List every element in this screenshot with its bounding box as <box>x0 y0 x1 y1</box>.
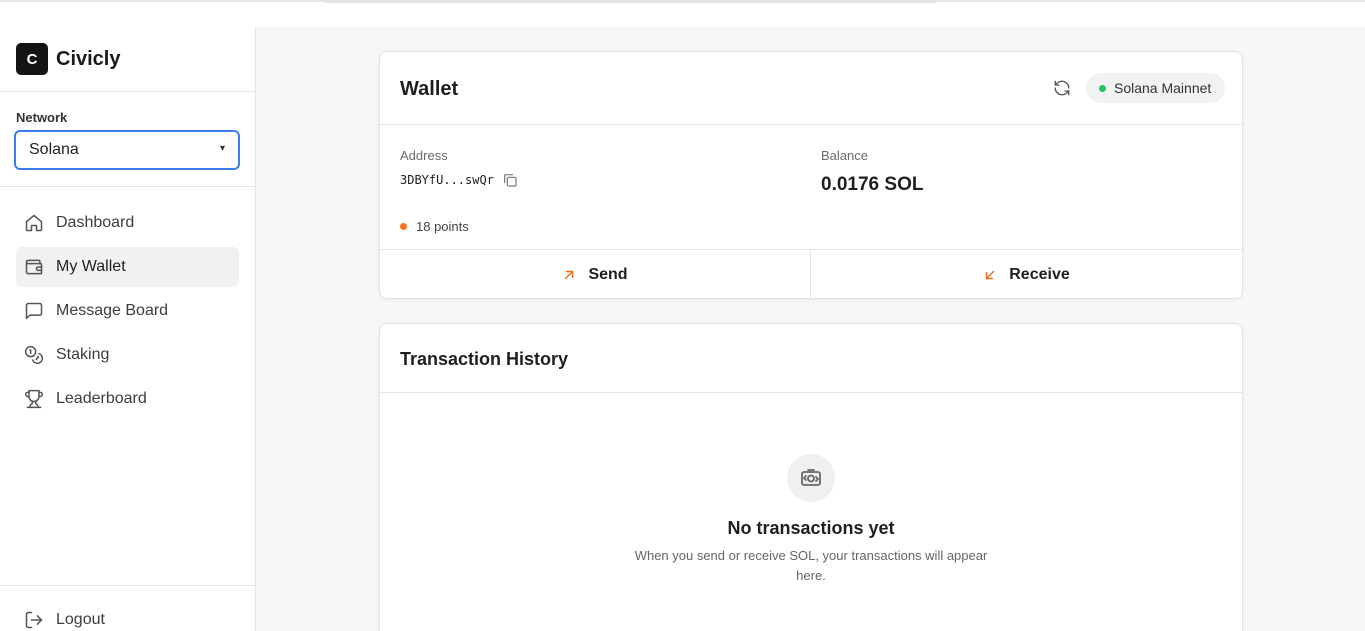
sidebar-item-label: Staking <box>56 346 110 363</box>
points-label: 18 points <box>416 219 469 234</box>
brand-name: Civicly <box>56 47 121 70</box>
sidebar-item-my-wallet[interactable]: My Wallet <box>16 247 239 287</box>
refresh-icon[interactable] <box>1053 79 1071 97</box>
wallet-icon <box>25 259 43 275</box>
sidebar-item-message-board[interactable]: Message Board <box>16 291 239 331</box>
address-label: Address <box>400 148 448 163</box>
wallet-address-value: 3DBYfU...swQr <box>400 173 494 187</box>
send-label: Send <box>588 265 628 283</box>
divider <box>0 91 255 92</box>
sidebar-item-label: Message Board <box>56 302 169 319</box>
wallet-title: Wallet <box>400 78 459 100</box>
receive-button[interactable]: Receive <box>811 250 1242 299</box>
points-indicator: 18 points <box>400 219 469 234</box>
divider <box>380 124 1242 125</box>
points-dot <box>400 223 407 230</box>
wallet-address: 3DBYfU...swQr <box>400 172 518 188</box>
network-select[interactable]: Solana ▾ <box>14 130 240 170</box>
network-status-badge: Solana Mainnet <box>1086 73 1226 103</box>
send-button[interactable]: Send <box>380 250 810 299</box>
divider <box>0 186 255 187</box>
sidebar-item-staking[interactable]: Staking <box>16 335 239 375</box>
balance-value: 0.0176 SOL <box>821 174 924 195</box>
history-title: Transaction History <box>400 349 569 369</box>
receive-label: Receive <box>1009 265 1070 283</box>
brand[interactable]: C Civicly <box>16 43 120 75</box>
transaction-history-card: Transaction History No transactions yet … <box>379 323 1243 631</box>
network-select-value: Solana <box>29 141 79 158</box>
home-icon <box>25 214 43 232</box>
divider <box>380 392 1242 393</box>
copy-icon[interactable] <box>502 172 518 188</box>
arrow-up-right-icon <box>565 270 574 279</box>
empty-state-description: When you send or receive SOL, your trans… <box>634 548 988 583</box>
sidebar-item-label: My Wallet <box>56 258 126 275</box>
network-badge-label: Solana Mainnet <box>1114 80 1212 96</box>
wallet-card: Wallet Solana Mainnet Address 3DBYfU...s… <box>379 51 1243 299</box>
logout-button[interactable]: Logout <box>24 610 105 630</box>
transactions-icon <box>801 469 821 486</box>
sidebar-item-leaderboard[interactable]: Leaderboard <box>16 379 239 419</box>
brand-logo: C <box>16 43 48 75</box>
sidebar-item-dashboard[interactable]: Dashboard <box>16 203 239 243</box>
divider <box>0 585 255 586</box>
sidebar-item-label: Leaderboard <box>56 390 147 407</box>
sidebar-item-label: Dashboard <box>56 214 135 231</box>
balance-label: Balance <box>821 148 868 163</box>
arrow-down-left-icon <box>986 270 995 279</box>
trophy-icon <box>24 389 44 409</box>
coins-icon <box>24 345 44 365</box>
network-label: Network <box>16 110 68 125</box>
sidebar: C Civicly Network Solana ▾ Dashboard My … <box>0 27 256 631</box>
logout-label: Logout <box>56 611 105 628</box>
top-strip <box>325 0 937 3</box>
empty-state-icon <box>787 454 835 502</box>
sidebar-nav: Dashboard My Wallet Message Board Stakin… <box>16 203 239 423</box>
chevron-down-icon: ▾ <box>219 143 225 154</box>
status-dot <box>1099 84 1106 92</box>
empty-state-title: No transactions yet <box>727 518 895 538</box>
logout-icon <box>25 611 43 629</box>
browser-top-bar <box>0 0 1365 27</box>
message-icon <box>25 302 43 320</box>
